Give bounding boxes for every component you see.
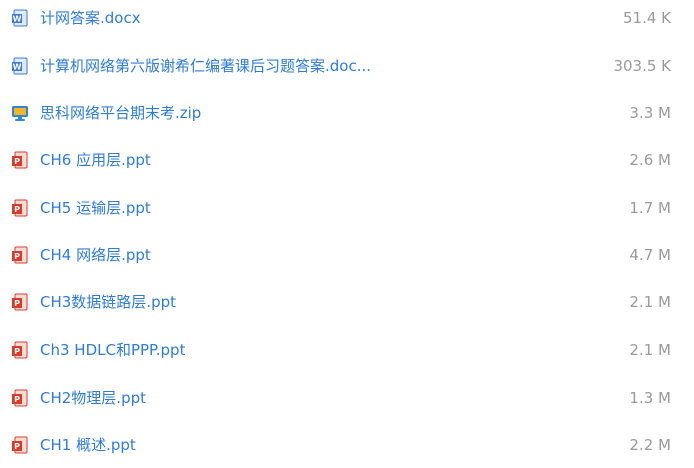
powerpoint-icon: P xyxy=(11,341,29,359)
svg-text:P: P xyxy=(14,252,20,261)
file-name-link[interactable]: Ch3 HDLC和PPP.ppt xyxy=(40,332,185,368)
file-name-link[interactable]: 计网答案.docx xyxy=(40,0,141,36)
zip-archive-icon xyxy=(11,104,29,122)
file-size: 2.1 M xyxy=(629,293,671,311)
file-name-link[interactable]: CH3数据链路层.ppt xyxy=(40,284,176,320)
svg-text:P: P xyxy=(14,205,20,214)
file-row[interactable]: P Ch3 HDLC和PPP.ppt 2.1 M xyxy=(0,332,694,368)
file-row[interactable]: W 计算机网络第六版谢希仁编著课后习题答案.doc... 303.5 K xyxy=(0,48,694,84)
file-row[interactable]: P CH4 网络层.ppt 4.7 M xyxy=(0,237,694,273)
file-row[interactable]: 思科网络平台期末考.zip 3.3 M xyxy=(0,95,694,131)
svg-text:W: W xyxy=(13,15,22,24)
svg-text:W: W xyxy=(13,63,22,72)
svg-text:P: P xyxy=(14,395,20,404)
file-row[interactable]: W 计网答案.docx 51.4 K xyxy=(0,0,694,36)
powerpoint-icon: P xyxy=(11,436,29,454)
file-size: 2.1 M xyxy=(629,341,671,359)
file-list: W 计网答案.docx 51.4 K W 计算机网络第六版谢希仁编著课后习题答案… xyxy=(0,0,694,468)
file-row[interactable]: P CH1 概述.ppt 2.2 M xyxy=(0,427,694,463)
file-size: 1.3 M xyxy=(629,389,671,407)
file-size: 2.2 M xyxy=(629,436,671,454)
svg-text:P: P xyxy=(14,299,20,308)
powerpoint-icon: P xyxy=(11,151,29,169)
file-row[interactable]: P CH2物理层.ppt 1.3 M xyxy=(0,380,694,416)
file-row[interactable]: P CH6 应用层.ppt 2.6 M xyxy=(0,142,694,178)
powerpoint-icon: P xyxy=(11,389,29,407)
file-name-link[interactable]: 计算机网络第六版谢希仁编著课后习题答案.doc... xyxy=(40,48,371,84)
file-size: 3.3 M xyxy=(629,104,671,122)
word-doc-icon: W xyxy=(11,9,29,27)
svg-text:P: P xyxy=(14,157,20,166)
file-row[interactable]: P CH5 运输层.ppt 1.7 M xyxy=(0,190,694,226)
file-size: 4.7 M xyxy=(629,246,671,264)
svg-text:P: P xyxy=(14,347,20,356)
word-doc-icon: W xyxy=(11,57,29,75)
file-name-link[interactable]: CH2物理层.ppt xyxy=(40,380,146,416)
file-size: 303.5 K xyxy=(613,57,671,75)
file-name-link[interactable]: 思科网络平台期末考.zip xyxy=(40,95,201,131)
file-size: 2.6 M xyxy=(629,151,671,169)
powerpoint-icon: P xyxy=(11,246,29,264)
file-name-link[interactable]: CH1 概述.ppt xyxy=(40,427,136,463)
file-name-link[interactable]: CH6 应用层.ppt xyxy=(40,142,151,178)
svg-text:P: P xyxy=(14,442,20,451)
file-size: 1.7 M xyxy=(629,199,671,217)
file-name-link[interactable]: CH5 运输层.ppt xyxy=(40,190,151,226)
powerpoint-icon: P xyxy=(11,199,29,217)
file-row[interactable]: P CH3数据链路层.ppt 2.1 M xyxy=(0,284,694,320)
file-size: 51.4 K xyxy=(622,9,671,27)
powerpoint-icon: P xyxy=(11,293,29,311)
file-name-link[interactable]: CH4 网络层.ppt xyxy=(40,237,151,273)
